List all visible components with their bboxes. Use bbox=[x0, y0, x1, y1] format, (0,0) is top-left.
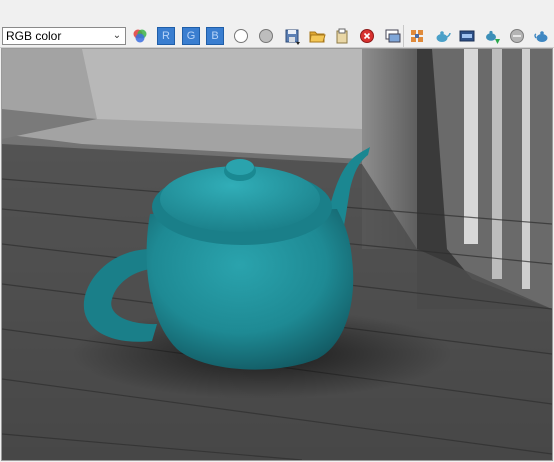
channel-display-value: RGB color bbox=[6, 29, 62, 43]
vfb-display-icon[interactable] bbox=[458, 27, 476, 45]
save-image-icon[interactable] bbox=[283, 27, 301, 45]
render-viewport[interactable] bbox=[1, 48, 553, 461]
render-active-shade-icon[interactable] bbox=[483, 27, 501, 45]
render-teapot-icon[interactable] bbox=[433, 27, 451, 45]
chevron-down-icon[interactable]: ⌄ bbox=[111, 28, 123, 44]
toolbar-separator bbox=[403, 25, 404, 47]
display-alpha-icon[interactable] bbox=[232, 27, 250, 45]
blue-channel-button[interactable]: B bbox=[206, 27, 224, 45]
clear-icon[interactable] bbox=[358, 27, 376, 45]
frame-buffer-toolbar: RGB color ⌄ R G B bbox=[0, 0, 554, 48]
open-folder-icon[interactable] bbox=[308, 27, 326, 45]
stop-render-icon[interactable] bbox=[508, 27, 526, 45]
clipboard-copy-icon[interactable] bbox=[333, 27, 351, 45]
print-image-icon[interactable] bbox=[384, 27, 402, 45]
rendered-image bbox=[2, 49, 552, 460]
render-settings-icon[interactable] bbox=[533, 27, 551, 45]
channel-display-dropdown[interactable]: RGB color ⌄ bbox=[2, 27, 126, 45]
red-channel-button[interactable]: R bbox=[157, 27, 175, 45]
color-wheel-icon[interactable] bbox=[131, 27, 149, 45]
green-channel-button[interactable]: G bbox=[182, 27, 200, 45]
region-select-icon[interactable] bbox=[408, 27, 426, 45]
monochrome-icon[interactable] bbox=[257, 27, 275, 45]
